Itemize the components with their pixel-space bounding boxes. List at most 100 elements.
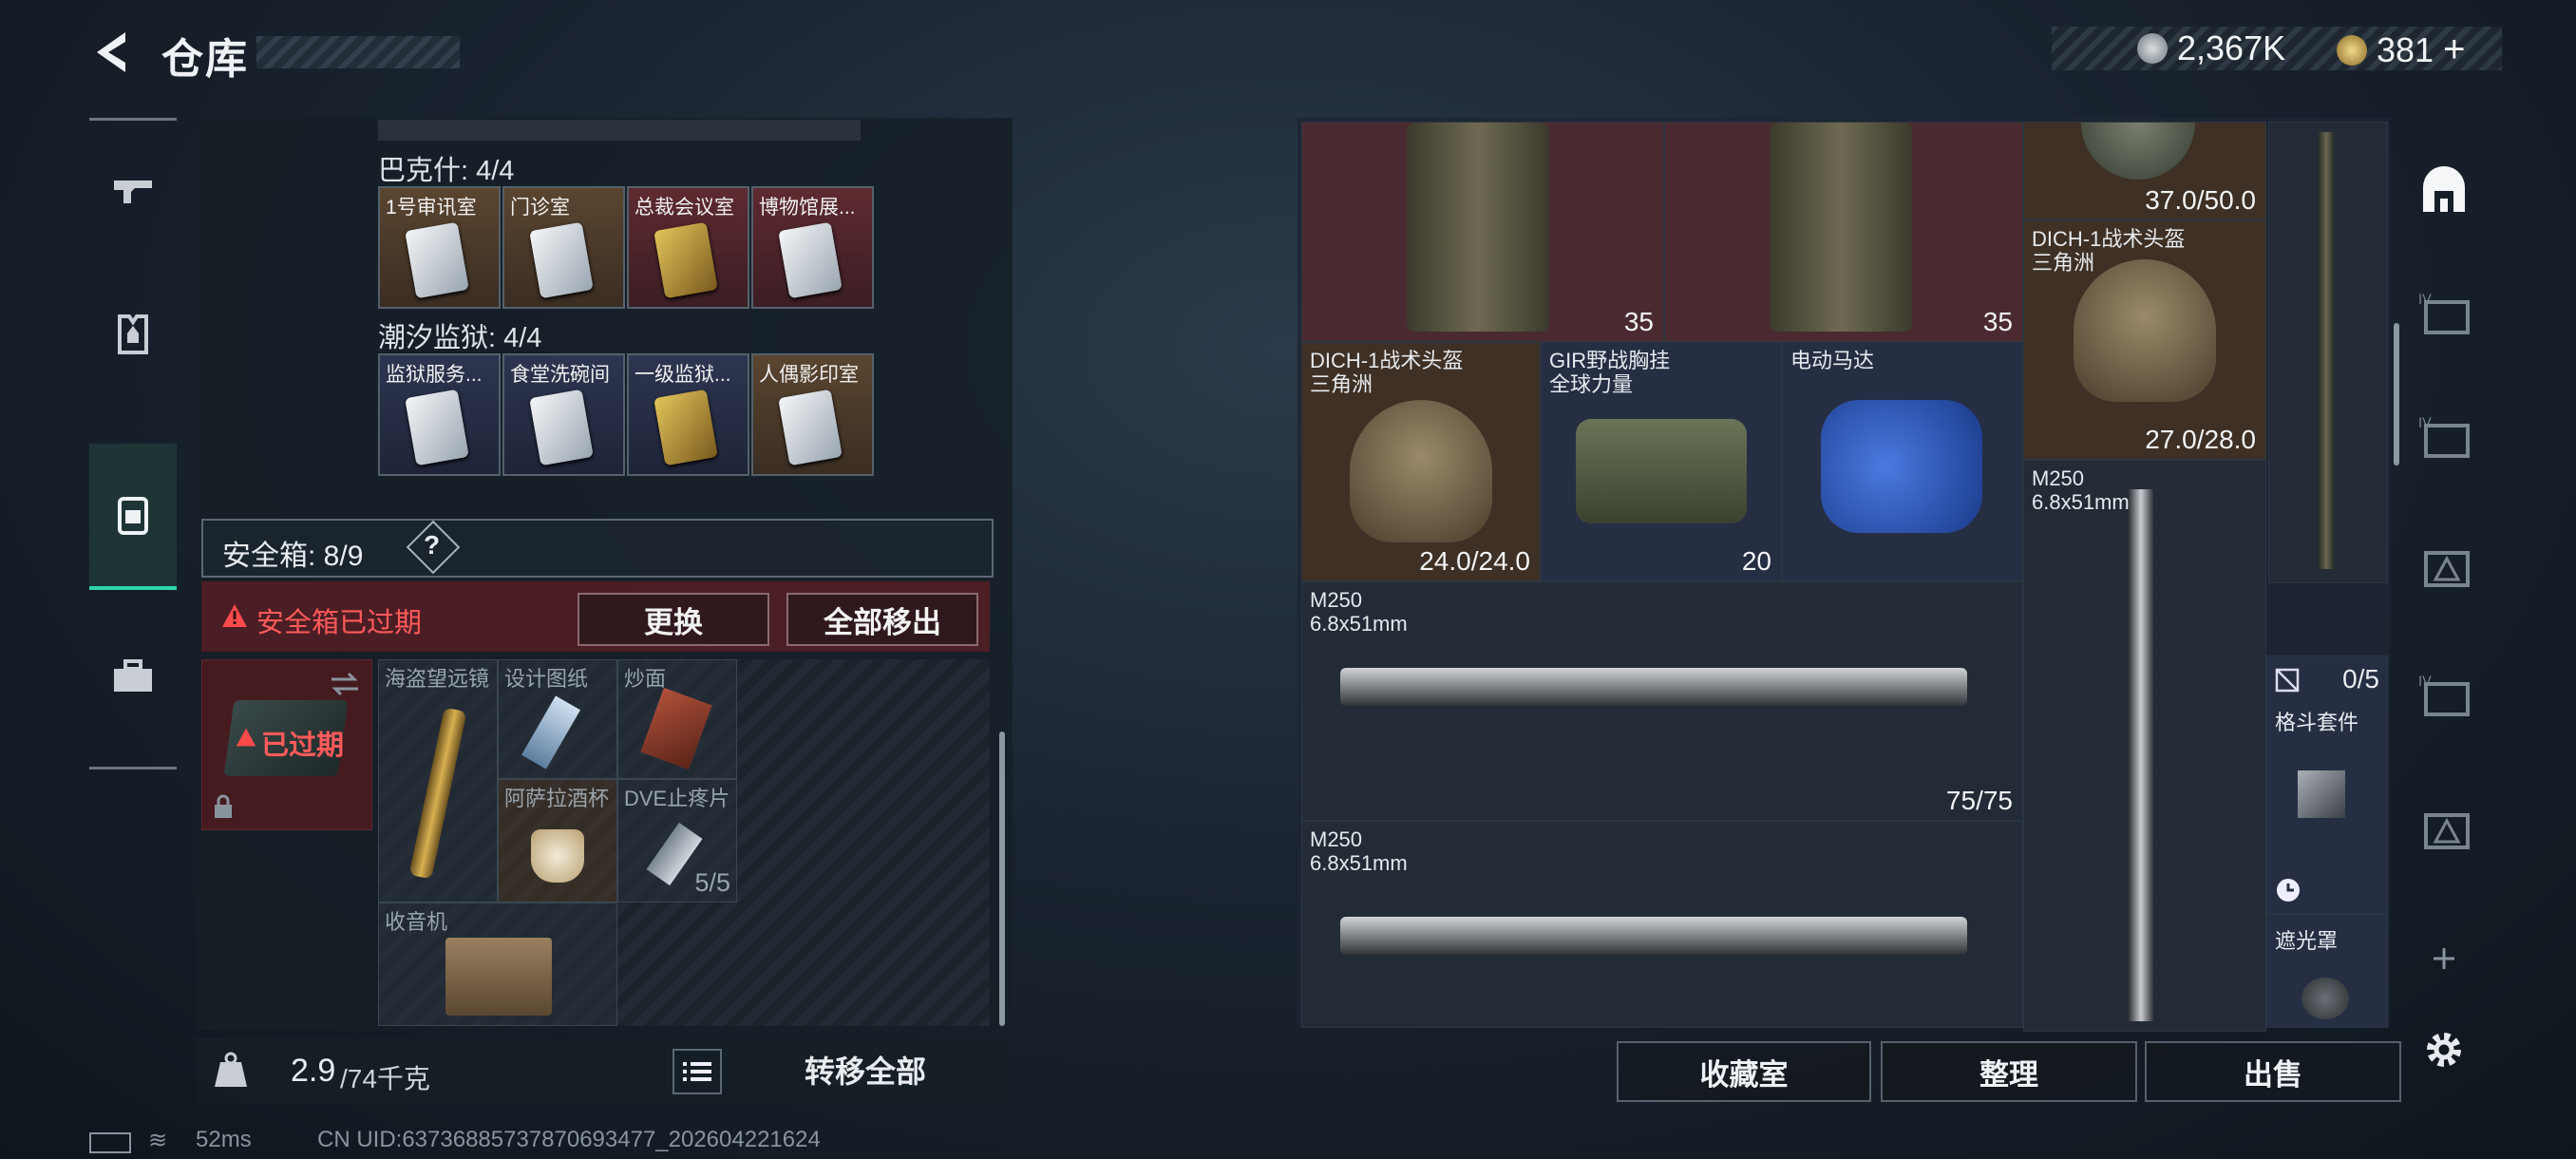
item-sniper-rifle[interactable]: [2268, 122, 2388, 583]
keycard-slot[interactable]: 人偶影印室: [751, 353, 874, 476]
item-combat-kit[interactable]: 0/5 格斗套件: [2266, 656, 2388, 914]
warning-icon: [222, 604, 247, 627]
item-vest-1[interactable]: 35: [1301, 122, 1664, 342]
transfer-all-button[interactable]: 转移全部: [737, 1043, 994, 1096]
stash-tab-4[interactable]: [2416, 540, 2472, 595]
rig-image: [1576, 419, 1747, 523]
weight-icon: [215, 1052, 247, 1087]
vest-icon: [118, 314, 148, 354]
item-electric-motor[interactable]: 电动马达: [1782, 342, 2023, 581]
keycard-slot[interactable]: 一级监狱...: [627, 353, 749, 476]
keycard-slot[interactable]: 1号审讯室: [378, 186, 501, 309]
item-mask[interactable]: 37.0/50.0: [2023, 122, 2266, 220]
item-telescope[interactable]: 海盗望远镜: [378, 659, 498, 902]
swap-icon[interactable]: [328, 670, 362, 698]
vest-image: [1407, 123, 1549, 332]
item-m250-vertical[interactable]: M250 6.8x51mm: [2023, 460, 2266, 1032]
svg-text:IV: IV: [2418, 293, 2432, 308]
item-helmet[interactable]: DICH-1战术头盔 三角洲 24.0/24.0: [1301, 342, 1541, 581]
keycard-slot[interactable]: 博物馆展...: [751, 186, 874, 309]
item-dve[interactable]: DVE止疼片 5/5: [617, 779, 737, 902]
item-wine-cup[interactable]: 阿萨拉酒杯: [498, 779, 617, 902]
lock-icon: [215, 794, 232, 818]
rig-count: 20: [1741, 546, 1771, 576]
stash-tab-3[interactable]: IV: [2416, 410, 2472, 466]
add-stash-button[interactable]: [2416, 931, 2472, 986]
sort-button[interactable]: 整理: [1881, 1041, 2137, 1102]
vest-image: [1770, 123, 1912, 332]
settings-button[interactable]: [2416, 1022, 2472, 1077]
stash-tab-2[interactable]: IV: [2416, 287, 2472, 342]
keycard-icon: [529, 389, 594, 466]
add-currency-button[interactable]: +: [2443, 28, 2465, 71]
keycard-icon: [653, 389, 718, 466]
bakesh-card-row: 1号审讯室 门诊室 总裁会议室 博物馆展...: [378, 186, 876, 309]
nav-container[interactable]: [89, 444, 177, 590]
nav-armor[interactable]: [89, 263, 177, 406]
keycard-slot[interactable]: 门诊室: [502, 186, 625, 309]
right-scrollbar[interactable]: [2394, 323, 2399, 466]
gun-icon: [114, 180, 152, 203]
expired-tag: 已过期: [261, 731, 345, 761]
safebox-grid: 海盗望远镜 设计图纸 炒面 阿萨拉酒杯 DVE止疼片 5/5 收音机: [378, 659, 990, 1026]
item-m250-1[interactable]: M250 6.8x51mm 75/75: [1301, 581, 2023, 821]
item-vest-2[interactable]: 35: [1664, 122, 2023, 342]
expired-warning-bar: 安全箱已过期 更换 全部移出: [201, 581, 990, 652]
weapon-name: M250 6.8x51mm: [1310, 588, 1408, 636]
toolbox-icon: [114, 659, 152, 692]
no-slot-icon: [2275, 668, 2300, 693]
keycard-icon: [653, 221, 718, 299]
rifle-image: [2319, 132, 2334, 569]
storage-iv-icon: IV: [2418, 293, 2470, 334]
noodles-image: [640, 687, 712, 770]
item-m250-2[interactable]: M250 6.8x51mm: [1301, 821, 2023, 1028]
stash-tabs: IV IV IV: [2403, 118, 2485, 1067]
keycard-slot[interactable]: 总裁会议室: [627, 186, 749, 309]
safebox-item[interactable]: 已过期: [201, 659, 372, 830]
dve-count: 5/5: [694, 868, 730, 897]
section-bakesh-label: 巴克什: 4/4: [378, 156, 515, 186]
storage-iv-icon: IV: [2418, 674, 2470, 716]
weight-value: 2.9: [291, 1053, 336, 1089]
stash-tab-5[interactable]: IV: [2416, 669, 2472, 724]
keycard-icon: [405, 221, 469, 299]
item-blueprint[interactable]: 设计图纸: [498, 659, 617, 779]
back-icon[interactable]: [87, 27, 139, 78]
storage-iv-icon: IV: [2418, 416, 2470, 458]
radio-image: [445, 938, 552, 1016]
nav-weapons[interactable]: [89, 121, 177, 263]
left-scrollbar[interactable]: [999, 732, 1005, 1026]
keycard-slot[interactable]: 食堂洗碗间: [502, 353, 625, 476]
helmet-name: DICH-1战术头盔 三角洲: [1310, 349, 1464, 396]
nav-toolbox[interactable]: [89, 605, 177, 748]
currency-silver[interactable]: 2,367K: [2137, 28, 2285, 68]
gear-icon: [2427, 1033, 2461, 1067]
sell-button[interactable]: 出售: [2145, 1041, 2401, 1102]
item-lens-hood[interactable]: 遮光罩: [2266, 914, 2388, 1028]
expired-warning-text: 安全箱已过期: [256, 608, 423, 638]
item-chest-rig[interactable]: GIR野战胸挂 全球力量 20: [1541, 342, 1782, 581]
remove-all-button[interactable]: 全部移出: [786, 593, 978, 646]
collection-room-button[interactable]: 收藏室: [1617, 1041, 1871, 1102]
vest-count: 35: [1623, 307, 1654, 336]
stash-tab-6[interactable]: [2416, 802, 2472, 857]
title-decoration: [256, 36, 460, 68]
expired-warning-icon: [236, 728, 256, 747]
item-helmet-top[interactable]: DICH-1战术头盔 三角洲 27.0/28.0: [2023, 220, 2266, 460]
stash-home-tab[interactable]: [2416, 163, 2472, 218]
svg-text:IV: IV: [2418, 416, 2432, 431]
help-icon[interactable]: ?: [424, 530, 440, 560]
keycard-slot[interactable]: 监狱服务...: [378, 353, 501, 476]
list-view-button[interactable]: [672, 1049, 722, 1094]
item-noodles[interactable]: 炒面: [617, 659, 737, 779]
svg-text:IV: IV: [2418, 674, 2432, 690]
wifi-icon: ≋: [148, 1128, 168, 1153]
replace-button[interactable]: 更换: [578, 593, 769, 646]
currency-gold[interactable]: 381 +: [2337, 28, 2465, 71]
helmet-durability: 27.0/28.0: [2145, 425, 2256, 454]
weapon-image: [1340, 668, 1967, 706]
previous-row-remnant: [378, 120, 861, 141]
kit-count: 0/5: [2342, 664, 2379, 694]
list-icon: [683, 1062, 711, 1081]
item-radio[interactable]: 收音机: [378, 902, 617, 1026]
